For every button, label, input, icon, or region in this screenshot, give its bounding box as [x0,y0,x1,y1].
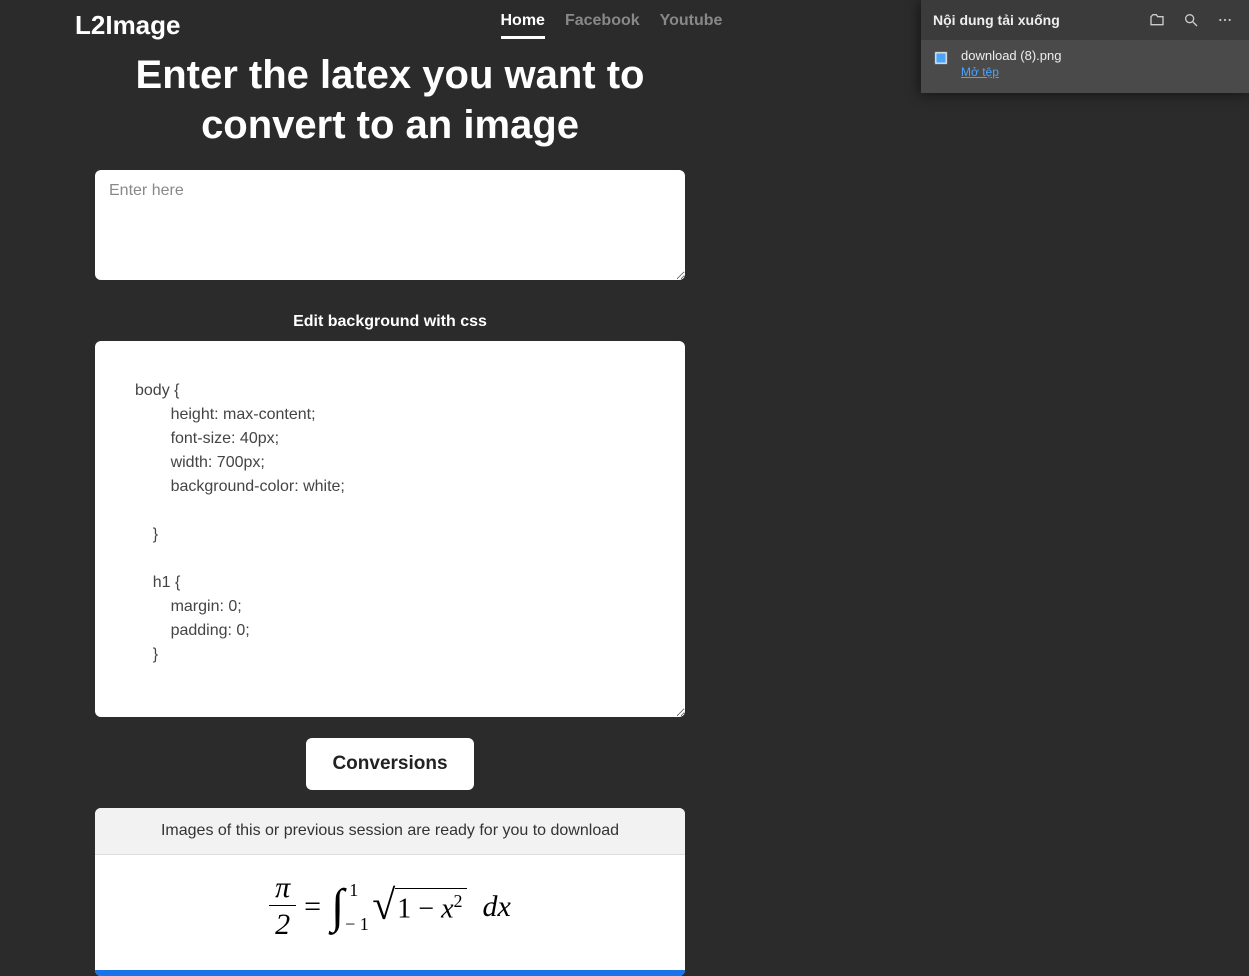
nav-youtube[interactable]: Youtube [660,12,723,39]
formula-sqrt-exp: 2 [454,891,463,911]
download-file-info: download (8).png Mở tệp [961,48,1061,79]
download-filename: download (8).png [961,48,1061,63]
css-section-label: Edit background with css [95,313,685,331]
formula-frac-den: 2 [269,906,296,940]
downloads-header: Nội dung tải xuống [921,0,1249,40]
main-content: Enter the latex you want to convert to a… [95,50,685,976]
app-logo: L2Image [75,10,181,41]
open-folder-icon[interactable] [1145,8,1169,32]
page-title: Enter the latex you want to convert to a… [95,50,685,150]
formula-integral: ∫ 1 − 1 [331,883,344,931]
more-icon[interactable] [1213,8,1237,32]
css-editor[interactable]: body { height: max-content; font-size: 4… [95,341,685,717]
nav-home[interactable]: Home [501,12,545,39]
results-panel: Images of this or previous session are r… [95,808,685,976]
formula-frac-num: π [269,873,296,906]
formula-sqrt: √ 1 − x2 [372,888,466,925]
formula-sqrt-content: 1 − x2 [395,888,466,925]
formula-fraction: π 2 [269,873,296,940]
downloads-panel: Nội dung tải xuống download (8).png Mở t… [921,0,1249,93]
download-item[interactable]: download (8).png Mở tệp [921,40,1249,93]
downloads-title: Nội dung tải xuống [933,12,1135,28]
formula-sqrt-var: x [441,893,453,924]
formula-image[interactable]: π 2 = ∫ 1 − 1 √ 1 − x2 dx [269,873,511,940]
nav-facebook[interactable]: Facebook [565,12,640,39]
results-body: π 2 = ∫ 1 − 1 √ 1 − x2 dx [95,855,685,970]
search-icon[interactable] [1179,8,1203,32]
formula-dx: dx [483,890,511,924]
download-open-link[interactable]: Mở tệp [961,65,1061,79]
formula-int-lower: − 1 [345,915,369,933]
conversions-button[interactable]: Conversions [306,738,473,790]
nav-bar: Home Facebook Youtube [501,12,723,39]
file-image-icon [933,50,949,66]
latex-input[interactable] [95,170,685,280]
formula-int-upper: 1 [349,881,358,899]
sqrt-sign-icon: √ [372,890,395,924]
results-footer-bar [95,970,685,976]
formula-equals: = [304,890,321,924]
formula-sqrt-prefix: 1 − [397,893,441,924]
results-header-text: Images of this or previous session are r… [95,808,685,855]
